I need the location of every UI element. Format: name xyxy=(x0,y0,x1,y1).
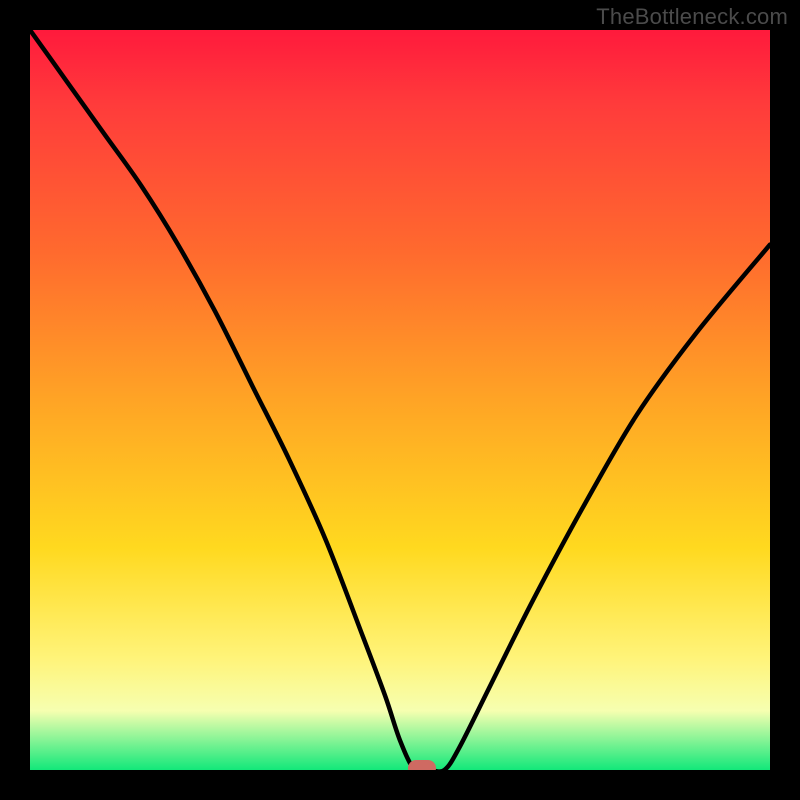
optimal-marker xyxy=(408,760,436,770)
curve-path xyxy=(30,30,770,770)
chart-frame: TheBottleneck.com xyxy=(0,0,800,800)
bottleneck-curve xyxy=(30,30,770,770)
watermark-text: TheBottleneck.com xyxy=(596,4,788,30)
plot-area xyxy=(30,30,770,770)
